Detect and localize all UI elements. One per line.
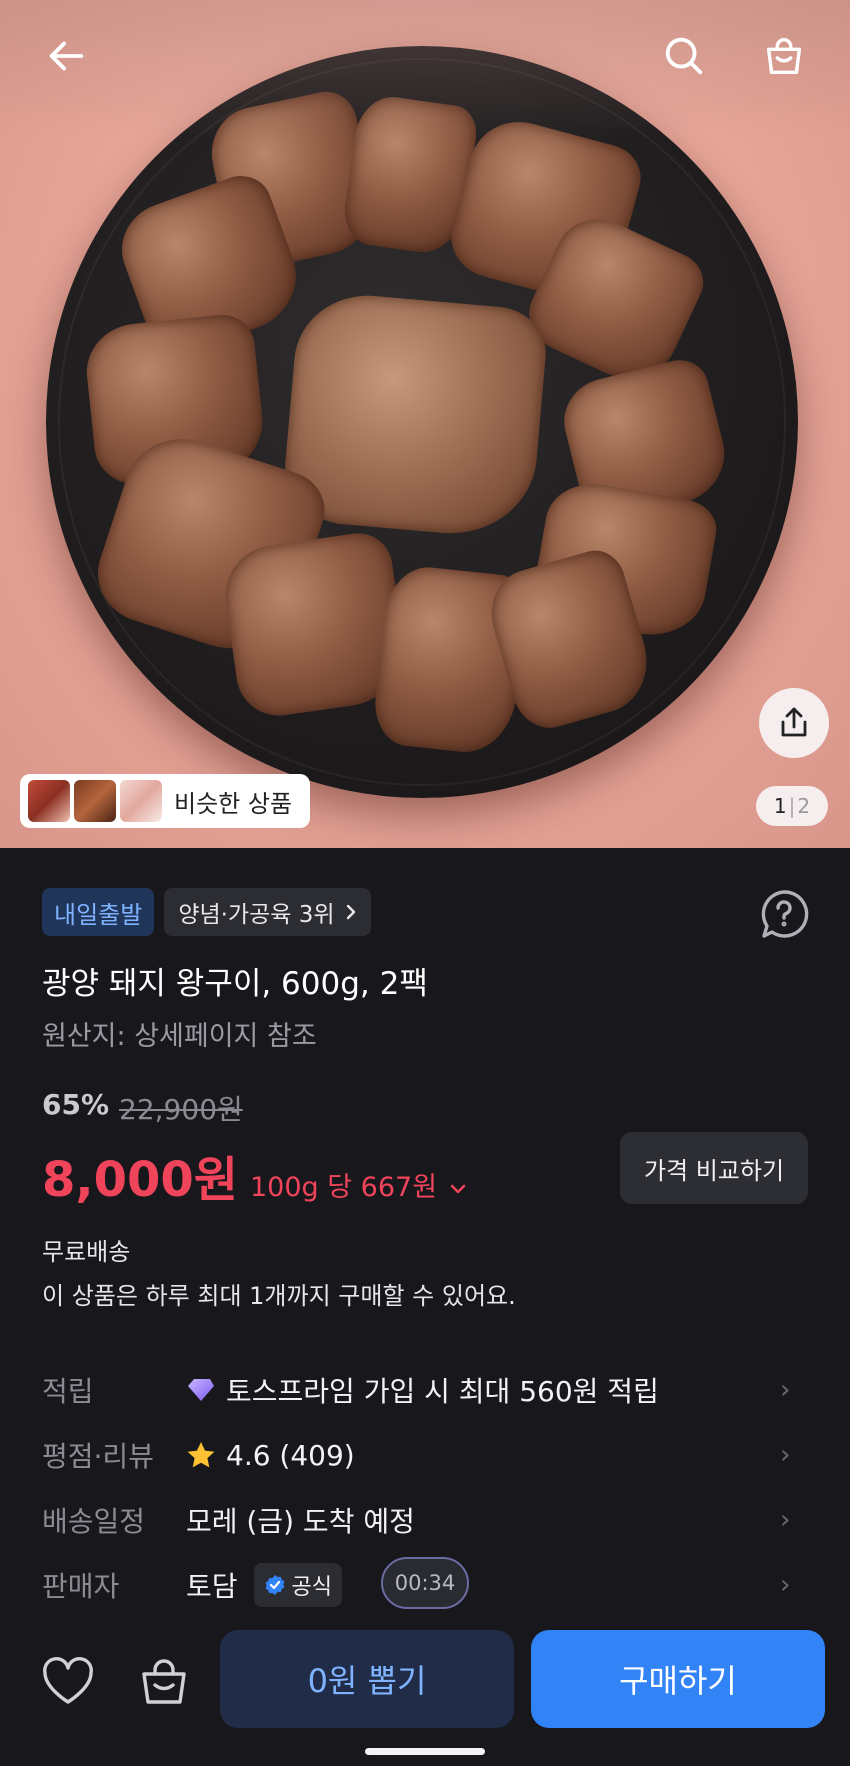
free-shipping-text: 무료배송 bbox=[42, 1238, 131, 1266]
rating-label: 평점·리뷰 bbox=[42, 1440, 154, 1473]
product-origin: 원산지: 상세페이지 참조 bbox=[42, 1021, 317, 1052]
search-button[interactable] bbox=[654, 26, 714, 86]
share-button[interactable] bbox=[759, 688, 829, 758]
timer-badge: 00:34 bbox=[381, 1557, 469, 1609]
product-title: 광양 돼지 왕구이, 600g, 2팩 bbox=[42, 966, 428, 1002]
zero-won-draw-button[interactable]: 0원 뽑기 bbox=[220, 1630, 514, 1728]
discount-row: 65% 22,900원 bbox=[42, 1088, 243, 1128]
buy-button[interactable]: 구매하기 bbox=[531, 1630, 825, 1728]
category-rank-label: 양념·가공육 3위 bbox=[178, 902, 335, 928]
star-icon bbox=[187, 1442, 215, 1468]
back-arrow-icon bbox=[49, 41, 84, 71]
chevron-right-icon: › bbox=[780, 1570, 791, 1600]
similar-products-button[interactable]: 비슷한 상품 bbox=[20, 774, 310, 828]
unit-price[interactable]: 100g 당 667원 bbox=[250, 1165, 437, 1204]
discount-rate: 65% bbox=[42, 1088, 110, 1121]
seller-value: 토담 bbox=[186, 1570, 238, 1603]
heart-icon[interactable] bbox=[38, 1652, 98, 1712]
image-pager: 1 | 2 bbox=[756, 786, 828, 826]
category-rank-badge[interactable]: 양념·가공육 3위 bbox=[164, 888, 371, 936]
cart-button[interactable] bbox=[754, 26, 814, 86]
similar-thumbnail bbox=[28, 780, 70, 822]
shopping-bag-icon bbox=[766, 38, 802, 75]
badge-row: 내일출발 양념·가공육 3위 bbox=[42, 888, 371, 936]
original-price: 22,900원 bbox=[119, 1093, 243, 1126]
chevron-right-icon: › bbox=[780, 1375, 791, 1405]
price-compare-button[interactable]: 가격 비교하기 bbox=[620, 1132, 808, 1204]
points-row[interactable]: 적립 토스프라임 가입 시 최대 560원 적립 › bbox=[0, 1362, 850, 1418]
chevron-right-icon bbox=[346, 904, 355, 920]
help-icon[interactable] bbox=[756, 886, 812, 942]
bottom-action-bar: 0원 뽑기 구매하기 bbox=[0, 1620, 850, 1766]
shipping-value: 모레 (금) 도착 예정 bbox=[186, 1505, 415, 1538]
pager-current: 1 bbox=[773, 794, 787, 818]
shipping-label: 배송일정 bbox=[42, 1505, 146, 1538]
price-row: 8,000원 100g 당 667원 bbox=[42, 1140, 467, 1210]
verified-check-icon bbox=[265, 1575, 285, 1595]
home-indicator bbox=[365, 1748, 485, 1755]
prime-gem-icon bbox=[188, 1379, 214, 1401]
chevron-down-icon[interactable] bbox=[449, 1182, 467, 1196]
cart-bag-icon[interactable] bbox=[134, 1652, 194, 1712]
product-image-carousel[interactable]: 비슷한 상품 1 | 2 bbox=[0, 0, 850, 848]
points-value: 토스프라임 가입 시 최대 560원 적립 bbox=[226, 1375, 659, 1408]
share-icon bbox=[781, 707, 807, 737]
rating-row[interactable]: 평점·리뷰 4.6 (409) › bbox=[0, 1427, 850, 1483]
sale-price: 8,000원 bbox=[42, 1152, 238, 1208]
delivery-badge: 내일출발 bbox=[42, 888, 155, 936]
official-badge: 공식 bbox=[253, 1563, 343, 1607]
similar-products-label: 비슷한 상품 bbox=[174, 789, 293, 818]
chevron-right-icon: › bbox=[780, 1440, 791, 1470]
similar-thumbnail bbox=[120, 780, 162, 822]
pager-total: 2 bbox=[797, 794, 811, 818]
similar-thumbnail bbox=[74, 780, 116, 822]
back-button[interactable] bbox=[36, 26, 96, 86]
rating-value: 4.6 (409) bbox=[226, 1438, 355, 1472]
pager-separator: | bbox=[788, 794, 796, 818]
shipping-row[interactable]: 배송일정 모레 (금) 도착 예정 › bbox=[0, 1492, 850, 1548]
points-label: 적립 bbox=[42, 1375, 94, 1408]
official-label: 공식 bbox=[291, 1575, 333, 1600]
purchase-limit-text: 이 상품은 하루 최대 1개까지 구매할 수 있어요. bbox=[42, 1282, 516, 1310]
seller-label: 판매자 bbox=[42, 1570, 120, 1603]
chevron-right-icon: › bbox=[780, 1505, 791, 1535]
search-icon bbox=[665, 37, 703, 75]
